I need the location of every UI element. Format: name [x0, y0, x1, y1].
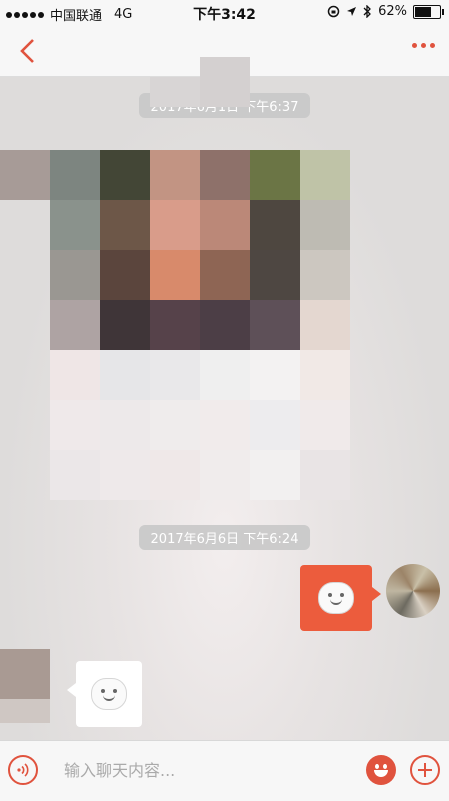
avatar-shadow	[0, 699, 50, 723]
input-bar	[0, 740, 449, 801]
emoji-icon	[375, 764, 379, 769]
avatar[interactable]	[386, 564, 440, 618]
emoji-button[interactable]	[366, 755, 396, 785]
location-icon	[347, 7, 357, 16]
battery-percent: 62%	[378, 4, 407, 19]
avatar[interactable]	[0, 649, 50, 699]
mosaic-top	[150, 77, 200, 107]
rotation-lock-icon	[327, 5, 340, 18]
voice-button[interactable]	[8, 755, 38, 785]
timestamp: 2017年6月6日 下午6:24	[138, 525, 311, 550]
smiley-emoji-icon	[318, 582, 354, 614]
ellipsis-icon	[412, 43, 417, 48]
message-bubble-left[interactable]	[67, 661, 142, 727]
status-bar: 中国联通 4G 下午3:42 62%	[0, 0, 449, 26]
status-right: 62%	[327, 4, 444, 19]
chat-area[interactable]: 2017年6月1日 下午6:37 2017年6月6日 下午6:24	[0, 57, 449, 740]
smiley-emoji-icon	[91, 678, 127, 710]
message-bubble-right[interactable]	[300, 565, 381, 631]
battery-icon	[413, 4, 444, 19]
back-button[interactable]	[14, 36, 44, 66]
mosaic-edge	[0, 150, 50, 200]
plus-button[interactable]	[410, 755, 440, 785]
mosaic-top-2	[200, 57, 250, 107]
voice-icon	[17, 763, 29, 777]
pixelated-image[interactable]	[50, 150, 350, 500]
more-button[interactable]	[412, 43, 435, 48]
chevron-left-icon	[20, 39, 34, 63]
message-input[interactable]	[52, 751, 366, 789]
bluetooth-icon	[363, 5, 372, 18]
